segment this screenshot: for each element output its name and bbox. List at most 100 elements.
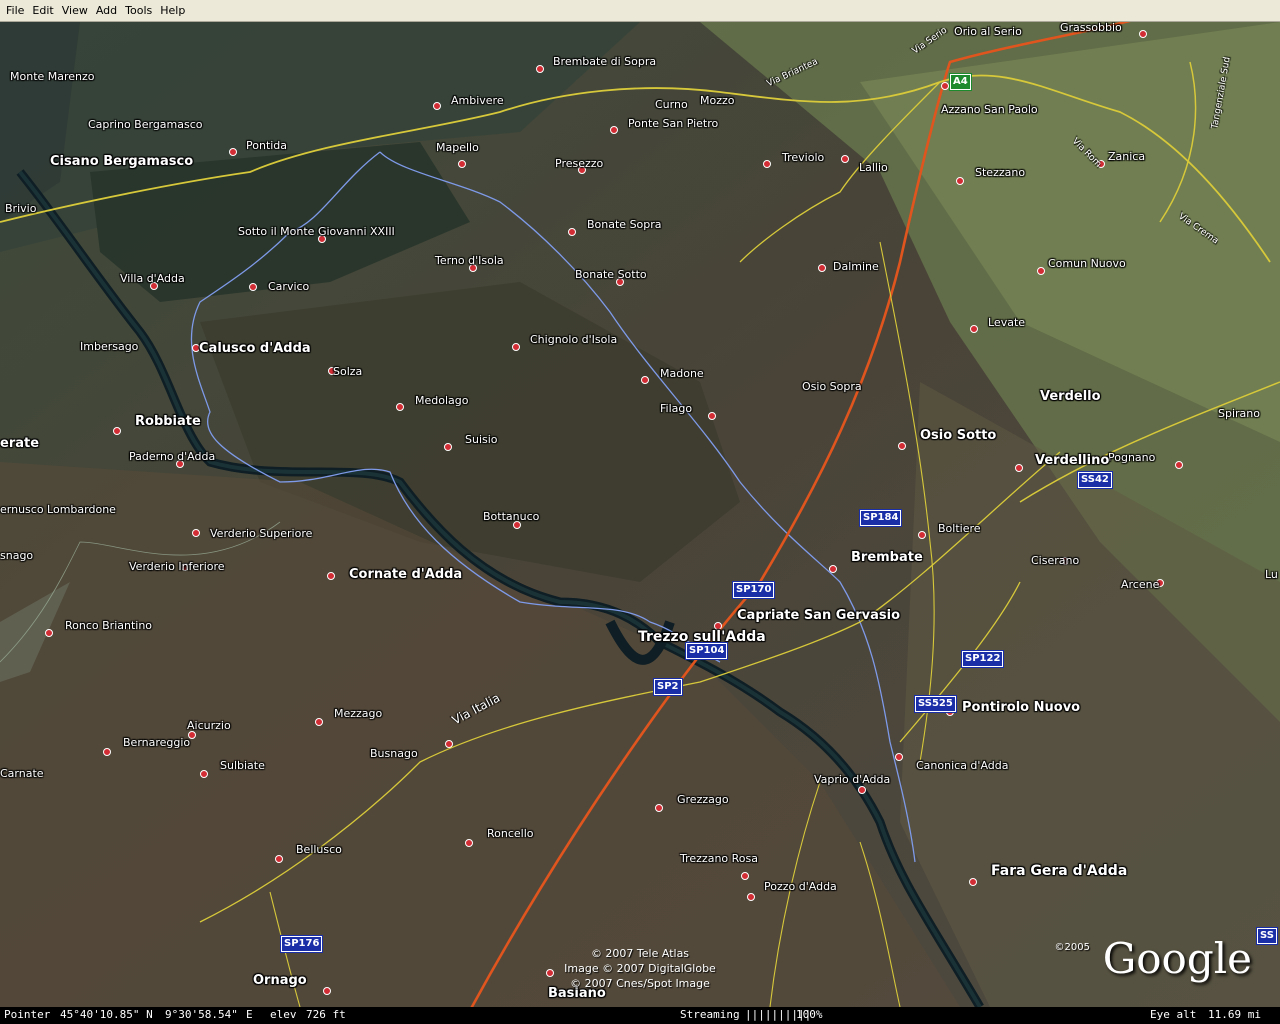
- place-dot-icon: [465, 839, 473, 847]
- road-shield: SP184: [858, 509, 903, 527]
- place-label: Presezzo: [555, 157, 604, 170]
- place-dot-icon: [741, 872, 749, 880]
- menu-bar: File Edit View Add Tools Help: [0, 0, 1280, 22]
- place-label: Verdellino: [1035, 453, 1110, 468]
- menu-tools[interactable]: Tools: [121, 0, 156, 22]
- map-labels: Monte Marenzo Caprino Bergamasco Cisano Be…: [0, 22, 1280, 1007]
- place-label: Bellusco: [296, 843, 342, 856]
- place-label: Bonate Sopra: [587, 218, 662, 231]
- place-label: Osio Sopra: [802, 380, 862, 393]
- place-label: Ambivere: [451, 94, 504, 107]
- place-label: ernusco Lombardone: [0, 503, 116, 516]
- road-shield: SP104: [684, 642, 729, 660]
- place-dot-icon: [841, 155, 849, 163]
- eye-altitude-value: 11.69 mi: [1208, 1008, 1261, 1021]
- status-bar: Pointer 45°40'10.85" N 9°30'58.54" E ele…: [0, 1007, 1280, 1024]
- imagery-copyright: © 2007 Tele Atlas Image © 2007 DigitalGl…: [560, 946, 720, 991]
- street-label: Via Italia: [449, 690, 503, 728]
- menu-file[interactable]: File: [2, 0, 28, 22]
- place-label: Ornago: [253, 973, 307, 988]
- place-dot-icon: [1175, 461, 1183, 469]
- place-label: Stezzano: [975, 166, 1026, 179]
- place-label: Bonate Sotto: [575, 268, 647, 281]
- streaming-label: Streaming: [680, 1008, 740, 1021]
- place-label: Calusco d'Adda: [199, 341, 311, 356]
- place-label: Aicurzio: [187, 719, 231, 732]
- place-label: Comun Nuovo: [1048, 257, 1126, 270]
- street-label: Via Rom: [1069, 136, 1104, 170]
- place-dot-icon: [229, 148, 237, 156]
- road-shield: A4: [949, 73, 972, 91]
- place-dot-icon: [192, 529, 200, 537]
- road-shield: SS42: [1077, 471, 1113, 489]
- place-label: Orio al Serio: [954, 25, 1022, 38]
- place-label: Mozzo: [700, 94, 735, 107]
- place-label: Trezzano Rosa: [680, 852, 758, 865]
- pointer-longitude: 9°30'58.54": [165, 1008, 238, 1021]
- place-dot-icon: [641, 376, 649, 384]
- pointer-longitude-dir: E: [246, 1008, 253, 1021]
- elevation-label: elev: [270, 1008, 297, 1021]
- menu-view[interactable]: View: [58, 0, 92, 22]
- place-dot-icon: [323, 987, 331, 995]
- place-dot-icon: [568, 228, 576, 236]
- place-dot-icon: [655, 804, 663, 812]
- logo-year: ©2005: [1054, 942, 1090, 953]
- place-label: Mezzago: [334, 707, 383, 720]
- menu-edit[interactable]: Edit: [28, 0, 57, 22]
- place-dot-icon: [396, 403, 404, 411]
- place-label: Filago: [660, 402, 693, 415]
- place-dot-icon: [45, 629, 53, 637]
- place-label: Cisano Bergamasco: [50, 154, 194, 169]
- place-label: Curno: [655, 98, 688, 111]
- place-label: Robbiate: [135, 414, 201, 429]
- place-label: Pozzo d'Adda: [764, 880, 837, 893]
- place-label: Brembate di Sopra: [553, 55, 657, 68]
- place-label: Roncello: [487, 827, 534, 840]
- place-label: Fara Gera d'Adda: [991, 863, 1128, 879]
- place-label: Mapello: [436, 141, 479, 154]
- place-label: Ciserano: [1031, 554, 1080, 567]
- street-label: Via Serio: [910, 25, 950, 57]
- place-label: Verderio Inferiore: [129, 560, 225, 573]
- place-dot-icon: [708, 412, 716, 420]
- place-dot-icon: [512, 343, 520, 351]
- place-label: Boltiere: [938, 522, 981, 535]
- place-label: Verdello: [1040, 389, 1101, 404]
- menu-add[interactable]: Add: [92, 0, 121, 22]
- place-label: Imbersago: [80, 340, 139, 353]
- place-label: Brivio: [5, 202, 37, 215]
- place-dot-icon: [1037, 267, 1045, 275]
- pointer-label: Pointer: [4, 1008, 51, 1021]
- place-label: Carnate: [0, 767, 44, 780]
- place-dot-icon: [895, 753, 903, 761]
- place-label: Arcene: [1121, 578, 1160, 591]
- place-label: Verderio Superiore: [210, 527, 313, 540]
- place-label: Pontirolo Nuovo: [962, 700, 1081, 715]
- place-dot-icon: [327, 572, 335, 580]
- street-label: Via Crema: [1176, 211, 1221, 247]
- place-label: Solza: [333, 365, 363, 378]
- place-label: Azzano San Paolo: [941, 103, 1038, 116]
- place-dot-icon: [1139, 30, 1147, 38]
- elevation-value: 726 ft: [306, 1008, 346, 1021]
- road-shield: SP176: [279, 935, 324, 953]
- place-dot-icon: [444, 443, 452, 451]
- map-view[interactable]: Monte Marenzo Caprino Bergamasco Cisano Be…: [0, 22, 1280, 1007]
- place-label: Brembate: [851, 550, 923, 565]
- place-label: Bernareggio: [123, 736, 191, 749]
- place-label: Capriate San Gervasio: [737, 608, 901, 623]
- place-label: Pontida: [246, 139, 288, 152]
- place-label: erate: [0, 436, 40, 451]
- street-label: Tangenziale Sud: [1210, 56, 1233, 130]
- place-label: Medolago: [415, 394, 469, 407]
- place-dot-icon: [458, 160, 466, 168]
- place-label: Caprino Bergamasco: [88, 118, 203, 131]
- place-dot-icon: [969, 878, 977, 886]
- menu-help[interactable]: Help: [156, 0, 189, 22]
- place-label: Grezzago: [677, 793, 729, 806]
- place-dot-icon: [829, 565, 837, 573]
- place-dot-icon: [433, 102, 441, 110]
- place-label: Sotto il Monte Giovanni XXIII: [238, 225, 395, 238]
- streaming-percent: 100%: [796, 1008, 823, 1021]
